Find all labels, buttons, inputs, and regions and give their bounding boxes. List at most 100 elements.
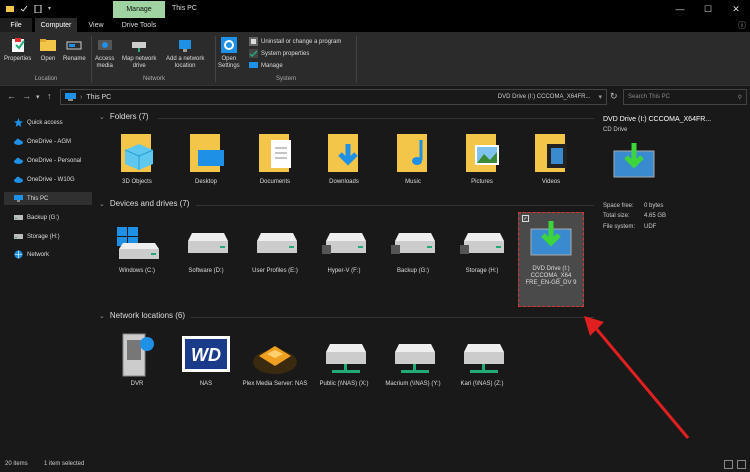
- media-device-icon: [122, 333, 154, 377]
- add-network-location-button[interactable]: Add a network location: [166, 36, 204, 70]
- drive-icon: [257, 233, 297, 253]
- rename-button[interactable]: Rename: [63, 36, 86, 63]
- folder-desktop[interactable]: Desktop: [173, 130, 239, 186]
- network-drive-icon: [326, 344, 366, 373]
- properties-button[interactable]: Properties: [4, 36, 31, 63]
- network-dvr[interactable]: DVR: [104, 332, 170, 388]
- search-input[interactable]: Search This PC ⚲: [623, 89, 747, 105]
- network-nas[interactable]: WD NAS: [173, 332, 239, 388]
- network-public-x[interactable]: Public (\\NAS) (X:): [311, 332, 377, 388]
- folder-pictures[interactable]: Pictures: [449, 130, 515, 186]
- details-view-icon[interactable]: [724, 460, 733, 469]
- computer-icon: [14, 195, 23, 202]
- cloud-icon: [14, 176, 23, 183]
- network-drive-icon: [132, 42, 147, 52]
- chevron-down-icon[interactable]: ▾: [598, 93, 602, 101]
- media-icon: [97, 40, 112, 50]
- gear-icon: [220, 37, 237, 53]
- ribbon-tabs: File Computer View Drive Tools ⓘ: [0, 18, 750, 32]
- section-header-devices[interactable]: ⌄ Devices and drives (7): [99, 199, 189, 208]
- chevron-down-icon: ⌄: [99, 312, 105, 320]
- uninstall-icon: [249, 37, 258, 46]
- network-plex-media-server[interactable]: Plex Media Server: NAS: [242, 332, 308, 388]
- drive-icon: [14, 215, 23, 220]
- tab-file[interactable]: File: [0, 18, 32, 32]
- maximize-button[interactable]: ☐: [694, 0, 722, 18]
- sidebar-item-onedrive-personal[interactable]: OneDrive - Personal: [14, 156, 81, 165]
- ribbon-divider: [91, 36, 92, 82]
- check-icon: [249, 49, 258, 58]
- chevron-down-icon: ⌄: [99, 200, 105, 208]
- drive-icon: [188, 233, 228, 253]
- recent-chevron-icon[interactable]: ▾: [36, 93, 40, 101]
- sidebar-item-backup[interactable]: Backup (G:): [14, 213, 59, 222]
- folder-videos[interactable]: Videos: [518, 130, 584, 186]
- details-title: DVD Drive (I:) CCCOMA_X64FR...: [603, 116, 712, 123]
- folder-music[interactable]: Music: [380, 130, 446, 186]
- search-placeholder: Search This PC: [628, 94, 670, 100]
- open-button[interactable]: Open: [39, 36, 57, 63]
- back-arrow-icon[interactable]: ←: [7, 91, 16, 101]
- group-label-network: Network: [142, 76, 165, 82]
- section-divider: [196, 205, 594, 206]
- page-icon[interactable]: [34, 4, 42, 14]
- forward-arrow-icon[interactable]: →: [22, 91, 31, 101]
- folder-3d-objects[interactable]: 3D Objects: [104, 130, 170, 186]
- folder-documents[interactable]: Documents: [242, 130, 308, 186]
- plex-icon: [253, 346, 297, 374]
- dvd-drive-icon: [613, 143, 655, 178]
- drive-hyper-v-f[interactable]: Hyper-V (F:): [311, 219, 377, 275]
- explorer-icon[interactable]: [6, 5, 14, 13]
- large-icons-view-icon[interactable]: [737, 460, 746, 469]
- drive-windows-c[interactable]: Windows (C:): [104, 219, 170, 275]
- breadcrumb-this-pc[interactable]: This PC: [86, 94, 111, 101]
- sidebar-item-storage[interactable]: Storage (H:): [14, 232, 60, 241]
- manage-button[interactable]: Manage: [249, 61, 283, 70]
- section-header-network[interactable]: ⌄ Network locations (6): [99, 311, 185, 320]
- folder-desktop-icon: [190, 134, 224, 172]
- map-network-drive-button[interactable]: Map network drive: [122, 36, 156, 70]
- sidebar-item-this-pc[interactable]: This PC: [4, 192, 92, 205]
- tab-view[interactable]: View: [83, 18, 109, 32]
- check-icon[interactable]: [20, 5, 28, 13]
- selection-checkbox[interactable]: ✓: [522, 215, 529, 222]
- drive-software-d[interactable]: Software (D:): [173, 219, 239, 275]
- up-arrow-icon[interactable]: ↑: [47, 91, 52, 101]
- help-icon[interactable]: ⓘ: [738, 20, 746, 31]
- section-header-folders[interactable]: ⌄ Folders (7): [99, 112, 149, 121]
- close-button[interactable]: ✕: [722, 0, 750, 18]
- title-bar: ▾ Manage This PC — ☐ ✕: [0, 0, 750, 18]
- network-macrium-y[interactable]: Macrium (\\NAS) (Y:): [380, 332, 446, 388]
- network-kari-z[interactable]: Kari (\\NAS) (Z:): [449, 332, 515, 388]
- drive-storage-h[interactable]: Storage (H:): [449, 219, 515, 275]
- sidebar-item-onedrive-w10g[interactable]: OneDrive - W10G: [14, 175, 75, 184]
- sidebar-item-quick-access[interactable]: Quick access: [14, 118, 63, 127]
- add-location-icon: [179, 40, 192, 52]
- tab-computer[interactable]: Computer: [35, 18, 77, 32]
- network-icon: [14, 250, 23, 259]
- group-label-system: System: [275, 76, 296, 82]
- manage-icon: [249, 62, 258, 68]
- chevron-down-icon[interactable]: ▾: [48, 5, 56, 13]
- drive-backup-g[interactable]: Backup (G:): [380, 219, 446, 275]
- sidebar-item-network[interactable]: Network: [14, 250, 49, 259]
- uninstall-program-button[interactable]: Uninstall or change a program: [249, 37, 341, 46]
- access-media-button[interactable]: Access media: [95, 36, 114, 70]
- folder-downloads[interactable]: Downloads: [311, 130, 377, 186]
- system-properties-button[interactable]: System properties: [249, 49, 309, 58]
- ribbon-divider: [356, 36, 357, 82]
- manage-context-tab[interactable]: Manage: [113, 1, 165, 18]
- sidebar-item-onedrive-agm[interactable]: OneDrive - AGM: [14, 137, 71, 146]
- minimize-button[interactable]: —: [666, 0, 694, 18]
- folder-downloads-icon: [328, 134, 358, 172]
- star-icon: [14, 118, 23, 127]
- details-subtitle: CD Drive: [603, 127, 628, 133]
- drive-dvd-i[interactable]: ✓ DVD Drive (I:) CCCOMA_X64 FRE_EN-GB_DV…: [518, 212, 584, 307]
- folder-3d-objects-icon: [121, 134, 154, 172]
- tab-drive-tools[interactable]: Drive Tools: [113, 18, 165, 32]
- address-bar[interactable]: › This PC DVD Drive (I:) CCCOMA_X64FR...…: [60, 89, 607, 105]
- refresh-icon[interactable]: ↻: [610, 91, 618, 102]
- drive-icon: [14, 234, 23, 239]
- open-settings-button[interactable]: Open Settings: [218, 36, 240, 70]
- drive-user-profiles-e[interactable]: User Profiles (E:): [242, 219, 308, 275]
